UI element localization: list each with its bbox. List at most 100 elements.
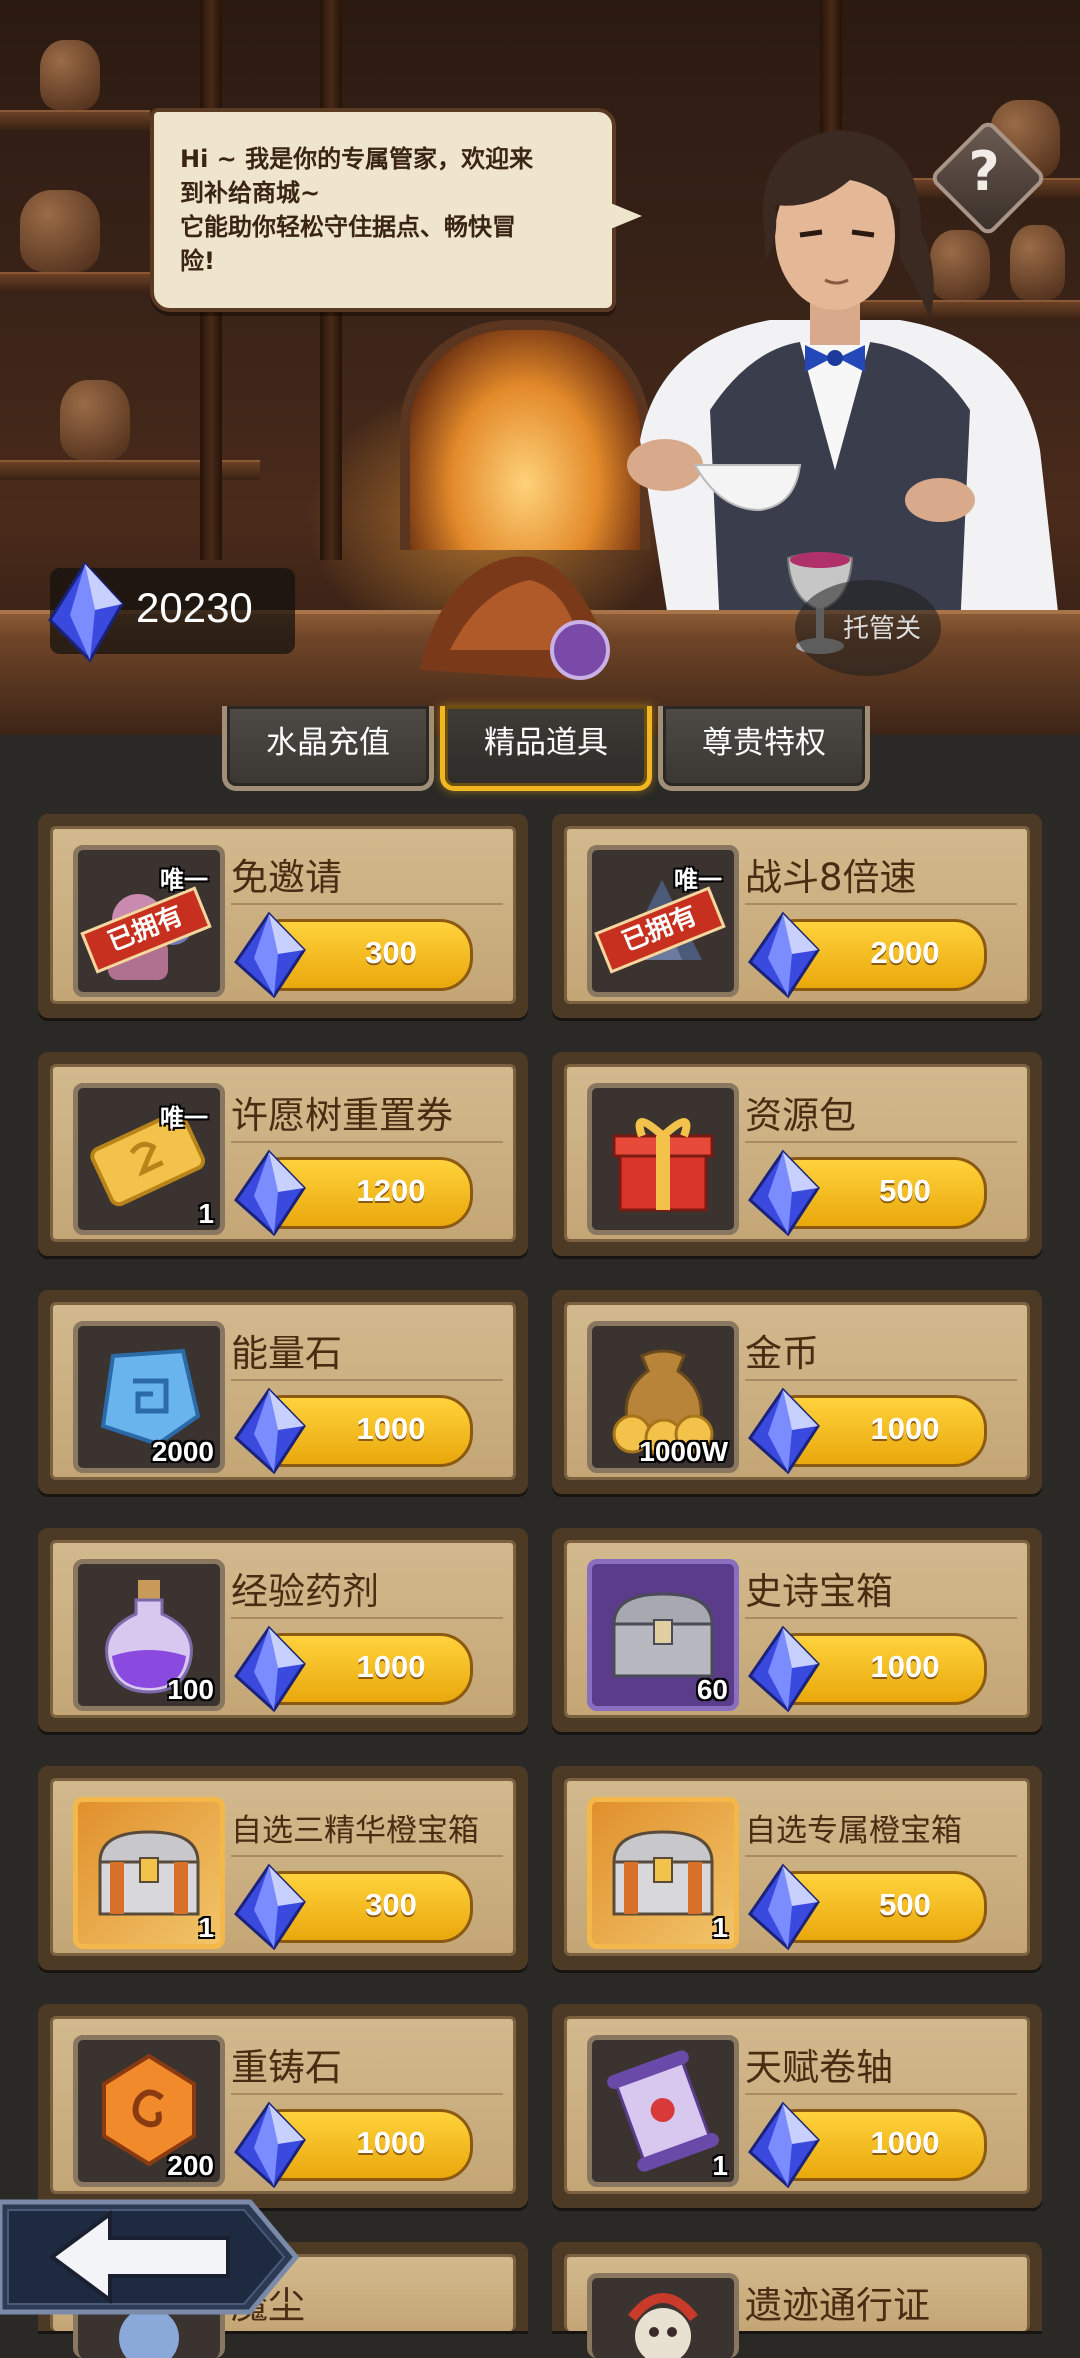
speech-line: 它能助你轻松守住据点、畅快冒 — [180, 213, 516, 241]
buy-price-button[interactable]: 300 — [234, 1863, 473, 1951]
buy-price-button[interactable]: 1000 — [234, 2101, 473, 2189]
tab-premium-items[interactable]: 精品道具 — [440, 706, 652, 791]
buy-price-button[interactable]: 1000 — [234, 1387, 473, 1475]
buy-price-button[interactable]: 1000 — [748, 1625, 987, 1713]
item-name: 能量石 — [231, 1332, 342, 1375]
shop-header-scene: Hi ~ 我是你的专属管家，欢迎来 到补给商城~ 它能助你轻松守住据点、畅快冒 … — [0, 0, 1080, 735]
item-icon-frame — [587, 2273, 739, 2358]
item-name: 战斗8倍速 — [745, 856, 917, 899]
help-button[interactable]: ? — [928, 118, 1048, 238]
buy-price-button[interactable]: 1000 — [748, 1387, 987, 1475]
item-icon-frame: 1 — [587, 1797, 739, 1949]
unique-tag: 唯一 — [674, 866, 722, 894]
shop-item-card[interactable]: 资源包 500 — [552, 1052, 1042, 1256]
ruins-pass-icon — [628, 2293, 698, 2358]
item-icon-frame: 2000 — [73, 1321, 225, 1473]
item-quantity: 2000 — [151, 1436, 214, 1467]
crystal-icon — [748, 1625, 820, 1713]
item-quantity: 1 — [198, 1198, 214, 1229]
item-quantity: 1 — [198, 1912, 214, 1943]
shop-item-card[interactable]: 60 史诗宝箱 1000 — [552, 1528, 1042, 1732]
price-value: 500 — [879, 1173, 931, 1208]
item-icon-frame: 1 — [587, 2035, 739, 2187]
crystal-icon — [748, 1149, 820, 1237]
buy-price-button[interactable]: 300 — [234, 911, 473, 999]
shop-item-card[interactable]: 100 经验药剂 1000 — [38, 1528, 528, 1732]
item-name: 自选专属橙宝箱 — [745, 1813, 962, 1849]
shop-item-card[interactable]: 200 重铸石 1000 — [38, 2004, 528, 2208]
buy-price-button[interactable]: 500 — [748, 1863, 987, 1951]
buy-price-button[interactable]: 1000 — [748, 2101, 987, 2189]
item-name: 金币 — [745, 1332, 819, 1375]
item-quantity: 200 — [167, 2150, 214, 2181]
shop-tabs: 水晶充值 精品道具 尊贵特权 — [0, 700, 1080, 796]
shop-item-card[interactable]: 1 自选专属橙宝箱 500 — [552, 1766, 1042, 1970]
item-name: 遗迹通行证 — [745, 2284, 930, 2327]
crystal-balance: 20230 — [48, 561, 295, 663]
price-value: 500 — [879, 1887, 931, 1922]
crystal-icon — [234, 1863, 306, 1951]
shop-item-card[interactable]: 1 天赋卷轴 1000 — [552, 2004, 1042, 2208]
question-icon: ? — [968, 140, 1000, 203]
crystal-icon — [48, 561, 124, 663]
price-value: 300 — [365, 935, 417, 970]
speech-line: Hi ~ 我是你的专属管家，欢迎来 — [180, 145, 534, 173]
price-value: 1000 — [356, 2125, 426, 2160]
item-icon-frame — [587, 1083, 739, 1235]
auto-close-toggle[interactable]: 托管关 — [795, 580, 941, 676]
speech-line: 到补给商城~ — [180, 179, 321, 207]
item-icon-frame: 已拥有 唯一 — [73, 845, 225, 997]
shop-item-card[interactable]: 2000 能量石 1000 — [38, 1290, 528, 1494]
unique-tag: 唯一 — [160, 1104, 208, 1132]
item-icon-frame: 100 — [73, 1559, 225, 1711]
item-icon-frame: 200 — [73, 2035, 225, 2187]
crystal-icon — [748, 1387, 820, 1475]
back-button[interactable] — [0, 2196, 300, 2318]
price-value: 1000 — [870, 1411, 940, 1446]
crystal-icon — [234, 1625, 306, 1713]
shop-item-card[interactable]: 已拥有 唯一 免邀请 300 — [38, 814, 528, 1018]
crystal-icon — [748, 2101, 820, 2189]
item-icon-frame: 已拥有 唯一 — [587, 845, 739, 997]
item-icon-frame: 60 — [587, 1559, 739, 1711]
item-quantity: 100 — [167, 1674, 214, 1705]
item-name: 自选三精华橙宝箱 — [231, 1813, 479, 1849]
item-name: 免邀请 — [231, 856, 342, 899]
item-quantity: 1 — [712, 1912, 728, 1943]
item-name: 重铸石 — [231, 2046, 342, 2089]
tab-crystal-recharge[interactable]: 水晶充值 — [222, 706, 434, 791]
buy-price-button[interactable]: 500 — [748, 1149, 987, 1237]
butler-speech-bubble: Hi ~ 我是你的专属管家，欢迎来 到补给商城~ 它能助你轻松守住据点、畅快冒 … — [150, 108, 642, 312]
price-value: 1200 — [356, 1173, 426, 1208]
crystal-icon — [748, 1863, 820, 1951]
shop-item-card[interactable]: 1 自选三精华橙宝箱 300 — [38, 1766, 528, 1970]
crystal-icon — [234, 911, 306, 999]
item-name: 天赋卷轴 — [745, 2046, 893, 2089]
shop-item-card[interactable]: 唯一 1 许愿树重置券 1200 — [38, 1052, 528, 1256]
item-name: 许愿树重置券 — [231, 1094, 453, 1137]
price-value: 1000 — [356, 1411, 426, 1446]
shop-item-card[interactable]: 遗迹通行证 — [552, 2242, 1042, 2358]
treasure-pile-icon — [420, 556, 610, 680]
price-value: 2000 — [870, 935, 940, 970]
tab-vip-privileges[interactable]: 尊贵特权 — [658, 706, 870, 791]
item-name: 资源包 — [745, 1094, 856, 1137]
auto-close-label: 托管关 — [843, 614, 922, 644]
price-value: 1000 — [870, 1649, 940, 1684]
speech-line: 险! — [180, 247, 215, 275]
buy-price-button[interactable]: 1000 — [234, 1625, 473, 1713]
crystal-icon — [234, 2101, 306, 2189]
item-icon-frame: 1000W — [587, 1321, 739, 1473]
gift-box-icon — [612, 1118, 714, 1212]
price-value: 1000 — [870, 2125, 940, 2160]
crystal-icon — [234, 1149, 306, 1237]
item-icon-frame: 1 — [73, 1797, 225, 1949]
shop-item-card[interactable]: 已拥有 唯一 战斗8倍速 2000 — [552, 814, 1042, 1018]
price-value: 1000 — [356, 1649, 426, 1684]
buy-price-button[interactable]: 1200 — [234, 1149, 473, 1237]
item-name: 经验药剂 — [231, 1570, 379, 1613]
item-quantity: 1000W — [639, 1436, 728, 1467]
shop-item-card[interactable]: 1000W 金币 1000 — [552, 1290, 1042, 1494]
buy-price-button[interactable]: 2000 — [748, 911, 987, 999]
crystal-balance-value: 20230 — [136, 584, 253, 631]
